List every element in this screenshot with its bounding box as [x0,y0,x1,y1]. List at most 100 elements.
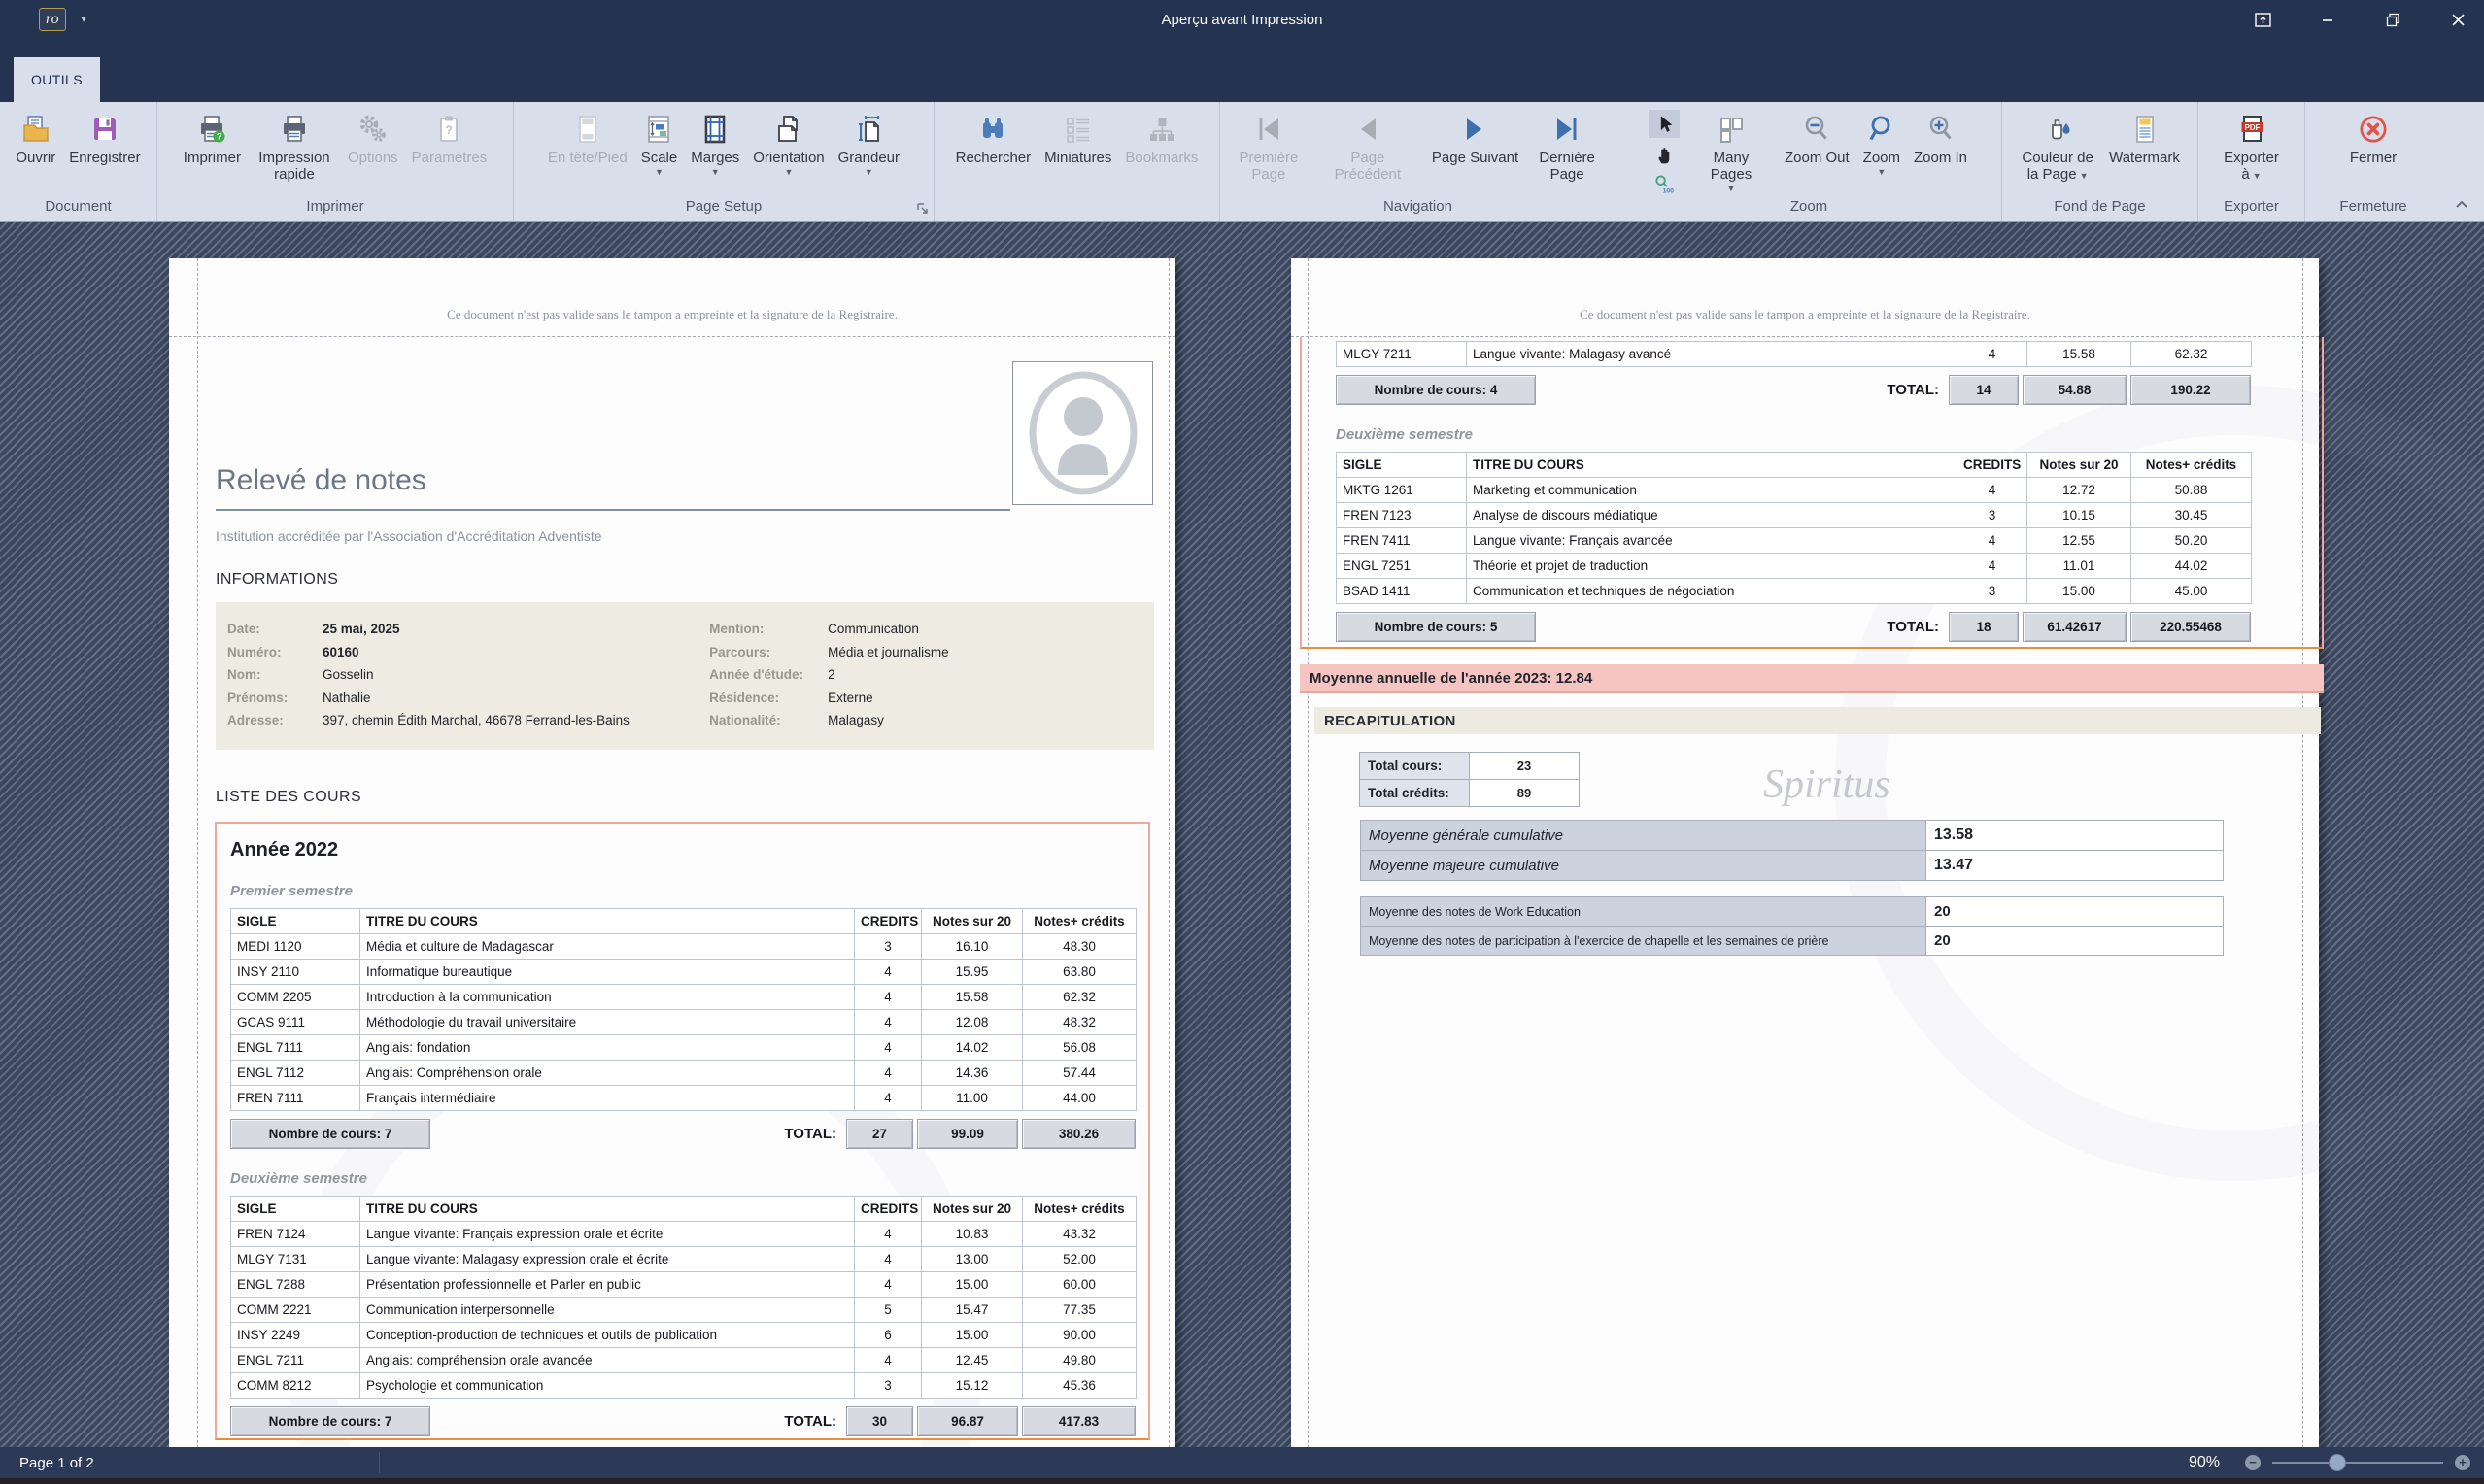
course-cell: 4 [855,985,922,1010]
collapse-ribbon-button[interactable] [2455,196,2468,214]
zoom-increase-button[interactable]: + [2455,1455,2470,1470]
options-button[interactable]: Options [341,107,405,168]
recap-label: Moyenne des notes de Work Education [1361,897,1926,927]
course-cell: 56.08 [1023,1035,1137,1061]
recap-label: Total cours: [1360,753,1470,780]
course-cell: FREN 7411 [1337,528,1467,554]
informations-panel: Date:25 mai, 2025Numéro:60160Nom:Gosseli… [216,602,1154,750]
orientation-icon [772,109,805,150]
zoom-out-button[interactable]: Zoom Out [1778,107,1856,168]
recap-value: 20 [1926,897,2224,927]
course-cell: 4 [1957,528,2027,554]
previous-page-button[interactable]: Page Précédent [1310,107,1425,185]
course-cell: Média et culture de Madagascar [360,934,855,960]
info-row: Nom:Gosselin [227,663,709,687]
column-header: Notes+ crédits [1023,1197,1137,1222]
ribbon-pin-button[interactable] [2254,11,2271,28]
course-cell: 12.72 [2027,478,2131,503]
course-row: FREN 7111Français intermédiaire411.0044.… [231,1086,1137,1111]
parameters-clipboard-icon: ? [432,109,465,150]
course-cell: 4 [1957,554,2027,579]
watermark-button[interactable]: Watermark [2102,107,2187,168]
info-label: Parcours: [709,641,828,664]
course-cell: 77.35 [1023,1298,1137,1323]
quick-print-button[interactable]: Impression rapide [248,107,341,185]
export-button[interactable]: PDF Exporter à▼ [2217,107,2287,186]
course-cell: Introduction à la communication [360,985,855,1010]
course-cell: ENGL 7251 [1337,554,1467,579]
course-cell: 4 [855,1010,922,1035]
search-button[interactable]: Rechercher [949,107,1038,168]
open-button[interactable]: Ouvrir [9,107,62,168]
svg-text:?: ? [217,132,222,142]
recap-heading: RECAPITULATION [1314,707,2321,734]
ribbon-group-navigation: Première Page Page Précédent Page Suivan… [1220,102,1616,221]
course-cell: 12.08 [922,1010,1023,1035]
course-count-box: Nombre de cours: 5 [1336,612,1536,642]
course-row: COMM 2221Communication interpersonnelle5… [231,1298,1137,1323]
column-header: CREDITS [1957,453,2027,478]
info-value: Malagasy [828,709,884,732]
zoom-decrease-button[interactable]: − [2245,1455,2261,1470]
thumbnails-button[interactable]: Miniatures [1038,107,1118,168]
semester-2-table: SIGLETITRE DU COURSCREDITSNotes sur 20No… [230,1196,1137,1399]
zoom-button[interactable]: Zoom ▼ [1856,107,1907,179]
info-label: Nationalité: [709,709,828,732]
course-cell: 4 [1957,342,2027,367]
info-value: 25 mai, 2025 [323,618,400,641]
hand-tool-button[interactable] [1649,140,1680,168]
margins-button[interactable]: Marges ▼ [684,107,746,179]
last-page-button[interactable]: Dernière Page [1525,107,1609,185]
minimize-button[interactable] [2319,11,2336,28]
close-preview-button[interactable]: Fermer [2343,107,2403,168]
status-separator [379,1452,380,1473]
size-button[interactable]: Grandeur ▼ [832,107,906,179]
course-cell: 15.00 [2027,579,2131,604]
restore-button[interactable] [2384,11,2401,28]
pointer-tool-button[interactable] [1649,110,1680,138]
course-cell: 15.00 [922,1323,1023,1348]
save-button[interactable]: Enregistrer [62,107,147,168]
group-caption-zoom: Zoom [1616,198,2001,221]
orientation-button[interactable]: Orientation ▼ [746,107,831,179]
quick-access-toolbar: ro ▾ [39,8,86,31]
course-cell: FREN 7123 [1337,503,1467,528]
group-caption-document: Document [0,198,156,221]
app-logo[interactable]: ro [39,8,66,31]
table-header-row: SIGLETITRE DU COURSCREDITSNotes sur 20No… [231,909,1137,934]
course-cell: 4 [1957,478,2027,503]
course-cell: Langue vivante: Français expression oral… [360,1222,855,1247]
ribbon-pin-icon [2255,13,2271,27]
dialog-launcher-icon[interactable] [916,202,929,219]
bookmarks-button[interactable]: Bookmarks [1118,107,1205,168]
course-cell: Marketing et communication [1467,478,1957,503]
status-bar: Page 1 of 2 90% − + [0,1447,2484,1478]
first-page-button[interactable]: Première Page [1227,107,1310,185]
header-footer-button[interactable]: En tête/Pied [541,107,634,168]
qat-dropdown-icon[interactable]: ▾ [82,15,86,25]
zoom-slider[interactable] [2272,1462,2443,1464]
zoom-slider-thumb[interactable] [2329,1454,2346,1471]
course-cell: 57.44 [1023,1061,1137,1086]
close-button[interactable] [2449,11,2467,28]
page-color-button[interactable]: Couleur de la Page▼ [2013,107,2102,186]
scale-button[interactable]: Scale ▼ [634,107,685,179]
course-cell: 6 [855,1323,922,1348]
dropdown-arrow-icon: ▼ [784,168,793,177]
preview-canvas[interactable]: Ce document n'est pas valide sans le tam… [0,222,2484,1447]
group-caption-exporter: Exporter [2198,198,2304,221]
course-cell: Communication et techniques de négociati… [1467,579,1957,604]
page-header-note: Ce document n'est pas valide sans le tam… [169,307,1175,322]
next-page-button[interactable]: Page Suivant [1425,107,1525,168]
many-pages-button[interactable]: Many Pages ▼ [1684,107,1778,195]
parameters-button[interactable]: ? Paramètres [405,107,494,168]
zoom-in-button[interactable]: Zoom In [1907,107,1974,168]
zoom-100-button[interactable]: 100 [1649,170,1680,198]
print-button[interactable]: ? Imprimer [177,107,248,168]
dropdown-arrow-icon: ▼ [655,168,664,177]
pointer-icon [1653,114,1675,135]
info-row: Date:25 mai, 2025 [227,618,709,641]
tab-outils[interactable]: OUTILS [14,57,100,102]
course-cell: 45.36 [1023,1373,1137,1399]
left-margin-guide [197,258,198,1447]
